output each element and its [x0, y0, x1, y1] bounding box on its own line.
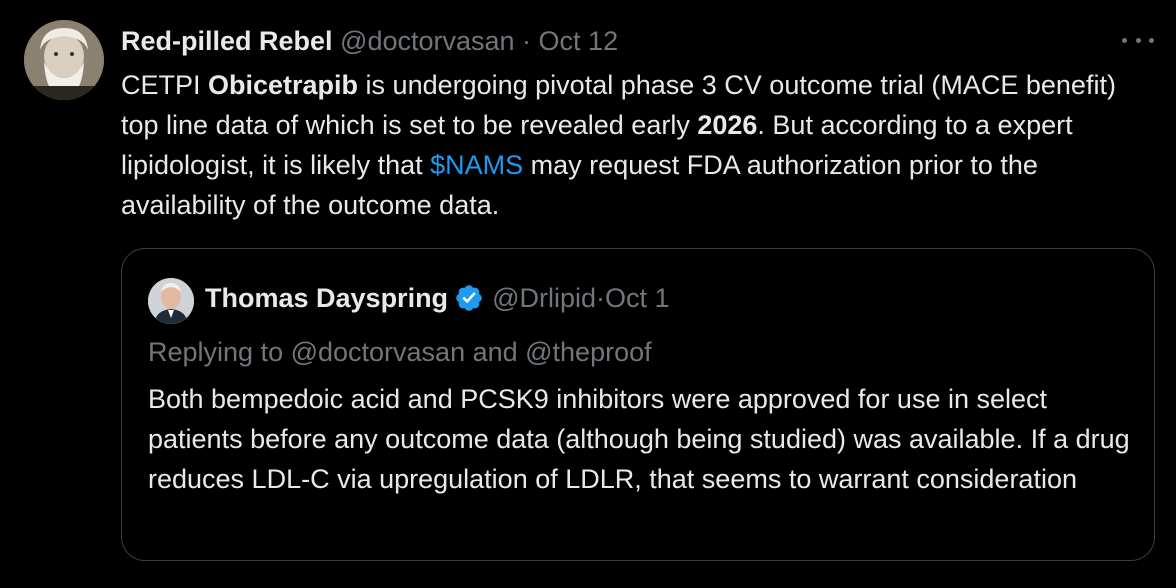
quote-author-handle[interactable]: @Drlipid — [492, 280, 596, 316]
tweet-header: Red-pilled Rebel @doctorvasan · Oct 12 — [121, 24, 618, 58]
meta-separator: · — [514, 26, 539, 56]
quote-author-avatar[interactable] — [148, 278, 194, 324]
verified-badge-icon — [454, 283, 484, 313]
tweet-date[interactable]: Oct 12 — [539, 26, 619, 56]
more-options-button[interactable] — [1122, 30, 1154, 50]
more-horizontal-icon — [1122, 37, 1127, 43]
tweet-text-bold: Obicetrapib — [208, 70, 359, 100]
replying-to: Replying to @doctorvasan and @theproof — [148, 337, 652, 367]
quote-meta-separator: · — [596, 283, 605, 313]
quoted-tweet[interactable]: Thomas Dayspring @Drlipid · Oct 1 Replyi… — [121, 248, 1155, 561]
more-horizontal-icon-dot — [1135, 37, 1141, 43]
author-avatar-image — [24, 20, 104, 100]
tweet-text-part: CETPI — [121, 70, 209, 100]
quote-header: Thomas Dayspring @Drlipid · Oct 1 — [205, 280, 670, 316]
tweet-text: CETPI Obicetrapib is undergoing pivotal … — [121, 65, 1151, 225]
quote-text: Both bempedoic acid and PCSK9 inhibitors… — [148, 384, 1130, 494]
quote-date[interactable]: Oct 1 — [605, 280, 670, 316]
quote-author-name[interactable]: Thomas Dayspring — [205, 280, 448, 316]
author-name[interactable]: Red-pilled Rebel — [121, 26, 333, 56]
tweet-text-bold: 2026 — [697, 110, 758, 140]
author-handle[interactable]: @doctorvasan — [340, 26, 515, 56]
tweet[interactable]: Red-pilled Rebel @doctorvasan · Oct 12 C… — [0, 0, 1176, 588]
quote-author-avatar-image — [148, 278, 194, 324]
author-avatar[interactable] — [24, 20, 104, 100]
cashtag-link[interactable]: $NAMS — [430, 150, 523, 180]
more-horizontal-icon-dot — [1149, 37, 1154, 43]
